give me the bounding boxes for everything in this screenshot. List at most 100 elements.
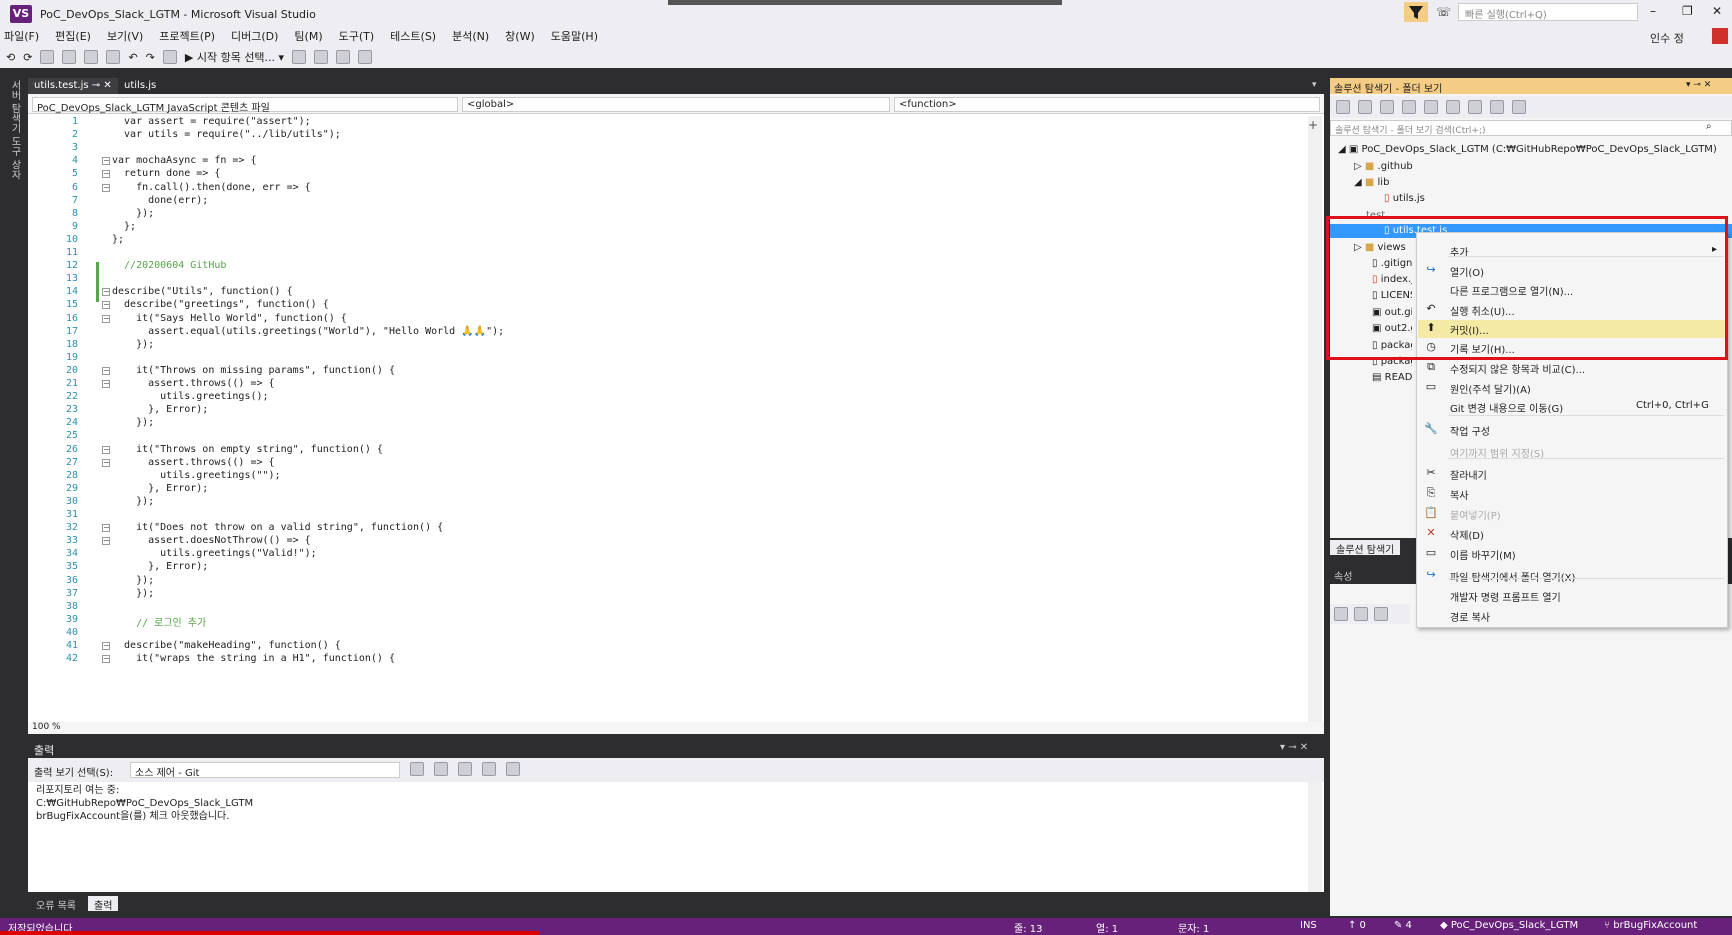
- context-menu-item[interactable]: 삭제(D): [1450, 527, 1484, 542]
- code-line[interactable]: utils.greetings();: [112, 391, 268, 402]
- fold-toggle-icon[interactable]: −: [102, 524, 110, 533]
- code-line[interactable]: };: [112, 234, 124, 245]
- code-line[interactable]: assert.doesNotThrow(() => {: [112, 535, 311, 546]
- user-account[interactable]: 인수 정: [1650, 30, 1684, 46]
- restore-button[interactable]: ❐: [1682, 4, 1693, 18]
- scope-dropdown[interactable]: <global>: [462, 97, 890, 112]
- status-push-count[interactable]: ↑ 0: [1348, 920, 1366, 931]
- code-line[interactable]: });: [112, 588, 154, 599]
- code-line[interactable]: describe("makeHeading", function() {: [112, 640, 341, 651]
- fold-toggle-icon[interactable]: −: [102, 301, 110, 310]
- code-line[interactable]: it("Throws on empty string", function() …: [112, 444, 383, 455]
- home-icon[interactable]: [1380, 100, 1394, 114]
- sync-icon[interactable]: [1424, 100, 1438, 114]
- code-line[interactable]: assert.equal(utils.greetings("World"), "…: [112, 326, 504, 337]
- menu-item[interactable]: 창(W): [505, 28, 535, 44]
- refresh-icon[interactable]: [1446, 100, 1460, 114]
- output-scrollbar[interactable]: [1308, 782, 1322, 892]
- editor-scrollbar[interactable]: [1308, 116, 1322, 722]
- new-project-icon[interactable]: [40, 50, 55, 64]
- tab-utils-test-js[interactable]: utils.test.js ⊸ ✕: [28, 78, 118, 94]
- alphabetical-icon[interactable]: [1354, 607, 1368, 621]
- fold-toggle-icon[interactable]: −: [102, 655, 110, 664]
- context-menu-item[interactable]: 작업 구성: [1450, 423, 1490, 438]
- redo-icon[interactable]: ↷: [146, 51, 155, 64]
- tree-item-utils-js[interactable]: ▯ utils.js: [1384, 193, 1425, 204]
- feedback-icon[interactable]: ☏: [1436, 5, 1451, 19]
- next-message-icon[interactable]: [458, 762, 472, 776]
- menu-item[interactable]: 보기(V): [107, 28, 143, 44]
- context-menu-item[interactable]: 복사: [1450, 487, 1468, 502]
- properties-icon[interactable]: [1512, 100, 1526, 114]
- wrench-icon[interactable]: [1374, 607, 1388, 621]
- prev-message-icon[interactable]: [434, 762, 448, 776]
- menu-item[interactable]: 도구(T): [339, 28, 375, 44]
- fold-toggle-icon[interactable]: −: [102, 458, 110, 467]
- menu-item[interactable]: 프로젝트(P): [159, 28, 215, 44]
- switch-views-icon[interactable]: [1402, 100, 1416, 114]
- save-all-icon[interactable]: [106, 50, 121, 64]
- solution-search-input[interactable]: 솔루션 탐색기 - 폴더 보기 검색(Ctrl+;): [1330, 120, 1732, 136]
- context-menu-item[interactable]: 파일 탐색기에서 폴더 열기(X): [1450, 569, 1575, 584]
- clear-all-icon[interactable]: [482, 762, 496, 776]
- toolbar-tool-icon[interactable]: [314, 50, 329, 64]
- comment-icon[interactable]: [336, 50, 351, 64]
- search-icon[interactable]: ⌕: [1706, 121, 1712, 132]
- output-source-select[interactable]: 소스 제어 - Git: [130, 762, 400, 779]
- code-line[interactable]: done(err);: [112, 195, 208, 206]
- tree-item-lib[interactable]: ◢ ■ lib: [1354, 177, 1389, 188]
- avatar[interactable]: [1712, 28, 1728, 44]
- context-menu-item[interactable]: 경로 복사: [1450, 609, 1490, 624]
- quick-launch-input[interactable]: 빠른 실행(Ctrl+Q): [1458, 3, 1638, 21]
- tab-utils-js[interactable]: utils.js: [118, 78, 162, 94]
- context-menu-item[interactable]: 수정되지 않은 항목과 비교(C)...: [1450, 361, 1585, 376]
- code-line[interactable]: it("wraps the string in a H1", function(…: [112, 653, 395, 664]
- panel-controls[interactable]: ▾ ⊸ ✕: [1686, 80, 1711, 90]
- code-line[interactable]: }, Error);: [112, 483, 208, 494]
- menu-item[interactable]: 테스트(S): [390, 28, 436, 44]
- code-line[interactable]: var utils = require("../lib/utils");: [112, 129, 341, 140]
- context-menu-item[interactable]: 붙여넣기(P): [1450, 507, 1501, 522]
- collapse-all-icon[interactable]: [1468, 100, 1482, 114]
- code-line[interactable]: });: [112, 496, 154, 507]
- tree-item-readme[interactable]: ▤ README.md: [1372, 372, 1412, 383]
- menu-item[interactable]: 분석(N): [452, 28, 489, 44]
- code-line[interactable]: it("Throws on missing params", function(…: [112, 365, 395, 376]
- menu-item[interactable]: 파일(F): [4, 28, 39, 44]
- panel-controls[interactable]: ▾ ⊸ ✕: [1280, 742, 1308, 753]
- status-branch[interactable]: ⑂ brBugFixAccount: [1604, 920, 1730, 931]
- status-repo[interactable]: ◆ PoC_DevOps_Slack_LGTM: [1440, 920, 1578, 931]
- tab-error-list[interactable]: 오류 목록: [30, 896, 82, 912]
- code-line[interactable]: return done => {: [112, 168, 220, 179]
- code-line[interactable]: describe("greetings", function() {: [112, 299, 329, 310]
- start-button[interactable]: ▶ 시작 항목 선택... ▾: [185, 49, 284, 65]
- save-icon[interactable]: [84, 50, 99, 64]
- context-menu-item[interactable]: 잘라내기: [1450, 467, 1487, 482]
- context-menu-item[interactable]: 원인(주석 달기)(A): [1450, 381, 1531, 396]
- split-icon[interactable]: +: [1308, 118, 1318, 132]
- tab-dropdown-icon[interactable]: ▾: [1312, 80, 1317, 90]
- open-file-icon[interactable]: [62, 50, 77, 64]
- fold-toggle-icon[interactable]: −: [102, 170, 110, 179]
- filter-icon[interactable]: [1404, 2, 1428, 22]
- code-line[interactable]: });: [112, 417, 154, 428]
- code-line[interactable]: // 로그인 추가: [112, 614, 206, 629]
- code-line[interactable]: //20200604 GitHub: [112, 260, 226, 271]
- fold-toggle-icon[interactable]: −: [102, 642, 110, 650]
- code-line[interactable]: it("Does not throw on a valid string", f…: [112, 522, 443, 533]
- back-icon[interactable]: [1336, 100, 1350, 114]
- context-menu-item[interactable]: 개발자 명령 프롬프트 열기: [1450, 589, 1561, 604]
- tree-item-github[interactable]: ▷ ■ .github: [1354, 161, 1413, 172]
- fold-toggle-icon[interactable]: −: [102, 314, 110, 323]
- categorized-icon[interactable]: [1334, 607, 1348, 621]
- menu-item[interactable]: 편집(E): [55, 28, 91, 44]
- fold-toggle-icon[interactable]: −: [102, 537, 110, 546]
- code-editor[interactable]: [28, 114, 1324, 722]
- fold-toggle-icon[interactable]: −: [102, 288, 110, 297]
- close-window-button[interactable]: ✕: [1712, 4, 1722, 18]
- server-explorer-tab[interactable]: 서버 탐색기 도구 상자: [6, 80, 22, 190]
- status-changes-count[interactable]: ✎ 4: [1394, 920, 1412, 931]
- fold-toggle-icon[interactable]: −: [102, 157, 110, 166]
- project-dropdown[interactable]: PoC_DevOps_Slack_LGTM JavaScript 콘텐츠 파일: [32, 97, 458, 114]
- forward-icon[interactable]: [1358, 100, 1372, 114]
